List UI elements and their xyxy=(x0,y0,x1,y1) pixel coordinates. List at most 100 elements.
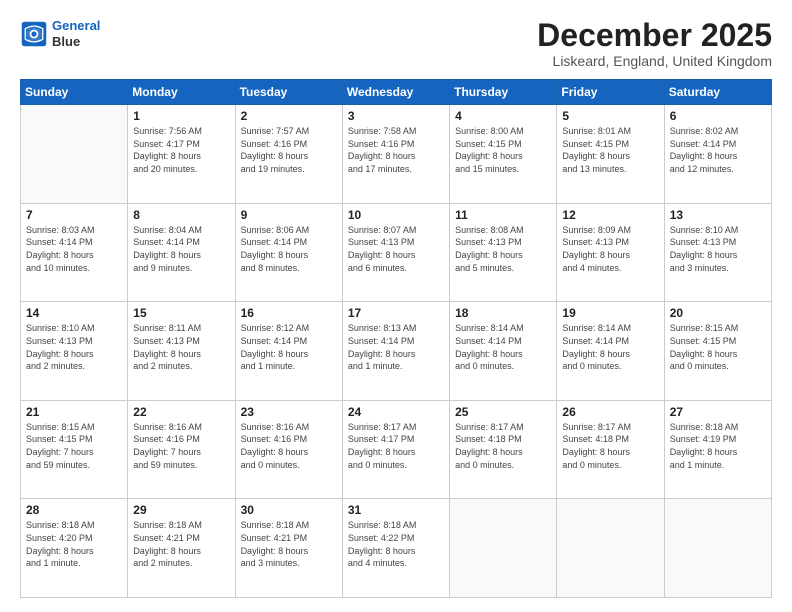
calendar-cell: 5 Sunrise: 8:01 AM Sunset: 4:15 PM Daylig… xyxy=(557,105,664,204)
calendar-cell: 31 Sunrise: 8:18 AM Sunset: 4:22 PM Dayli… xyxy=(342,499,449,598)
day-info: Sunrise: 8:17 AM Sunset: 4:17 PM Dayligh… xyxy=(348,421,444,471)
day-number: 2 xyxy=(241,109,337,123)
day-info: Sunrise: 8:15 AM Sunset: 4:15 PM Dayligh… xyxy=(670,322,766,372)
calendar-day-header: Sunday xyxy=(21,80,128,105)
day-info: Sunrise: 8:18 AM Sunset: 4:22 PM Dayligh… xyxy=(348,519,444,569)
main-title: December 2025 xyxy=(537,18,772,53)
day-info: Sunrise: 8:12 AM Sunset: 4:14 PM Dayligh… xyxy=(241,322,337,372)
calendar-cell: 25 Sunrise: 8:17 AM Sunset: 4:18 PM Dayli… xyxy=(450,400,557,499)
day-info: Sunrise: 8:18 AM Sunset: 4:21 PM Dayligh… xyxy=(133,519,229,569)
day-info: Sunrise: 8:14 AM Sunset: 4:14 PM Dayligh… xyxy=(455,322,551,372)
day-number: 28 xyxy=(26,503,122,517)
calendar-day-header: Tuesday xyxy=(235,80,342,105)
calendar-day-header: Saturday xyxy=(664,80,771,105)
day-info: Sunrise: 8:09 AM Sunset: 4:13 PM Dayligh… xyxy=(562,224,658,274)
calendar-table: SundayMondayTuesdayWednesdayThursdayFrid… xyxy=(20,79,772,598)
calendar-cell: 15Sunrise: 8:11 AM Sunset: 4:13 PM Dayli… xyxy=(128,302,235,401)
day-number: 31 xyxy=(348,503,444,517)
day-number: 10 xyxy=(348,208,444,222)
day-info: Sunrise: 8:13 AM Sunset: 4:14 PM Dayligh… xyxy=(348,322,444,372)
calendar-cell: 19 Sunrise: 8:14 AM Sunset: 4:14 PM Dayli… xyxy=(557,302,664,401)
day-info: Sunrise: 7:58 AM Sunset: 4:16 PM Dayligh… xyxy=(348,125,444,175)
day-info: Sunrise: 8:11 AM Sunset: 4:13 PM Dayligh… xyxy=(133,322,229,372)
day-number: 5 xyxy=(562,109,658,123)
calendar-cell xyxy=(21,105,128,204)
calendar-cell: 10 Sunrise: 8:07 AM Sunset: 4:13 PM Dayli… xyxy=(342,203,449,302)
day-number: 13 xyxy=(670,208,766,222)
logo-text: General Blue xyxy=(52,18,100,49)
day-info: Sunrise: 8:08 AM Sunset: 4:13 PM Dayligh… xyxy=(455,224,551,274)
calendar-day-header: Thursday xyxy=(450,80,557,105)
day-number: 7 xyxy=(26,208,122,222)
day-info: Sunrise: 7:56 AM Sunset: 4:17 PM Dayligh… xyxy=(133,125,229,175)
calendar-cell: 12 Sunrise: 8:09 AM Sunset: 4:13 PM Dayli… xyxy=(557,203,664,302)
calendar-cell xyxy=(450,499,557,598)
day-info: Sunrise: 8:16 AM Sunset: 4:16 PM Dayligh… xyxy=(133,421,229,471)
day-info: Sunrise: 8:01 AM Sunset: 4:15 PM Dayligh… xyxy=(562,125,658,175)
day-info: Sunrise: 8:10 AM Sunset: 4:13 PM Dayligh… xyxy=(26,322,122,372)
day-info: Sunrise: 8:17 AM Sunset: 4:18 PM Dayligh… xyxy=(455,421,551,471)
calendar-week-row: 14 Sunrise: 8:10 AM Sunset: 4:13 PM Dayli… xyxy=(21,302,772,401)
calendar-cell: 23 Sunrise: 8:16 AM Sunset: 4:16 PM Dayli… xyxy=(235,400,342,499)
day-number: 20 xyxy=(670,306,766,320)
calendar-cell: 22 Sunrise: 8:16 AM Sunset: 4:16 PM Dayli… xyxy=(128,400,235,499)
title-area: December 2025 Liskeard, England, United … xyxy=(537,18,772,69)
calendar-cell: 21Sunrise: 8:15 AM Sunset: 4:15 PM Dayli… xyxy=(21,400,128,499)
day-number: 24 xyxy=(348,405,444,419)
calendar-week-row: 7 Sunrise: 8:03 AM Sunset: 4:14 PM Daylig… xyxy=(21,203,772,302)
day-info: Sunrise: 8:02 AM Sunset: 4:14 PM Dayligh… xyxy=(670,125,766,175)
calendar-cell: 18 Sunrise: 8:14 AM Sunset: 4:14 PM Dayli… xyxy=(450,302,557,401)
day-info: Sunrise: 8:14 AM Sunset: 4:14 PM Dayligh… xyxy=(562,322,658,372)
calendar-week-row: 28Sunrise: 8:18 AM Sunset: 4:20 PM Dayli… xyxy=(21,499,772,598)
logo: General Blue xyxy=(20,18,100,49)
calendar-cell: 24 Sunrise: 8:17 AM Sunset: 4:17 PM Dayli… xyxy=(342,400,449,499)
calendar-cell: 6Sunrise: 8:02 AM Sunset: 4:14 PM Daylig… xyxy=(664,105,771,204)
calendar-week-row: 1Sunrise: 7:56 AM Sunset: 4:17 PM Daylig… xyxy=(21,105,772,204)
calendar-cell: 2 Sunrise: 7:57 AM Sunset: 4:16 PM Daylig… xyxy=(235,105,342,204)
calendar-cell: 26 Sunrise: 8:17 AM Sunset: 4:18 PM Dayli… xyxy=(557,400,664,499)
day-number: 14 xyxy=(26,306,122,320)
day-number: 18 xyxy=(455,306,551,320)
day-number: 17 xyxy=(348,306,444,320)
calendar-week-row: 21Sunrise: 8:15 AM Sunset: 4:15 PM Dayli… xyxy=(21,400,772,499)
calendar-cell xyxy=(664,499,771,598)
day-info: Sunrise: 8:16 AM Sunset: 4:16 PM Dayligh… xyxy=(241,421,337,471)
calendar-cell: 9Sunrise: 8:06 AM Sunset: 4:14 PM Daylig… xyxy=(235,203,342,302)
calendar-cell: 14 Sunrise: 8:10 AM Sunset: 4:13 PM Dayli… xyxy=(21,302,128,401)
header: General Blue December 2025 Liskeard, Eng… xyxy=(20,18,772,69)
calendar-body: 1Sunrise: 7:56 AM Sunset: 4:17 PM Daylig… xyxy=(21,105,772,598)
day-number: 11 xyxy=(455,208,551,222)
calendar-day-header: Friday xyxy=(557,80,664,105)
day-number: 8 xyxy=(133,208,229,222)
day-number: 29 xyxy=(133,503,229,517)
calendar-cell: 17 Sunrise: 8:13 AM Sunset: 4:14 PM Dayli… xyxy=(342,302,449,401)
day-info: Sunrise: 7:57 AM Sunset: 4:16 PM Dayligh… xyxy=(241,125,337,175)
calendar-cell xyxy=(557,499,664,598)
day-number: 26 xyxy=(562,405,658,419)
calendar-cell: 16Sunrise: 8:12 AM Sunset: 4:14 PM Dayli… xyxy=(235,302,342,401)
calendar-cell: 8Sunrise: 8:04 AM Sunset: 4:14 PM Daylig… xyxy=(128,203,235,302)
day-number: 12 xyxy=(562,208,658,222)
day-info: Sunrise: 8:03 AM Sunset: 4:14 PM Dayligh… xyxy=(26,224,122,274)
day-info: Sunrise: 8:18 AM Sunset: 4:19 PM Dayligh… xyxy=(670,421,766,471)
day-info: Sunrise: 8:00 AM Sunset: 4:15 PM Dayligh… xyxy=(455,125,551,175)
day-number: 19 xyxy=(562,306,658,320)
calendar-cell: 28Sunrise: 8:18 AM Sunset: 4:20 PM Dayli… xyxy=(21,499,128,598)
day-number: 23 xyxy=(241,405,337,419)
page: General Blue December 2025 Liskeard, Eng… xyxy=(0,0,792,612)
subtitle: Liskeard, England, United Kingdom xyxy=(537,53,772,69)
day-info: Sunrise: 8:18 AM Sunset: 4:21 PM Dayligh… xyxy=(241,519,337,569)
logo-icon xyxy=(20,20,48,48)
day-number: 25 xyxy=(455,405,551,419)
day-info: Sunrise: 8:17 AM Sunset: 4:18 PM Dayligh… xyxy=(562,421,658,471)
calendar-cell: 11 Sunrise: 8:08 AM Sunset: 4:13 PM Dayli… xyxy=(450,203,557,302)
calendar-cell: 7 Sunrise: 8:03 AM Sunset: 4:14 PM Daylig… xyxy=(21,203,128,302)
calendar-header-row: SundayMondayTuesdayWednesdayThursdayFrid… xyxy=(21,80,772,105)
calendar-cell: 20 Sunrise: 8:15 AM Sunset: 4:15 PM Dayli… xyxy=(664,302,771,401)
day-number: 3 xyxy=(348,109,444,123)
day-number: 22 xyxy=(133,405,229,419)
day-number: 21 xyxy=(26,405,122,419)
day-info: Sunrise: 8:07 AM Sunset: 4:13 PM Dayligh… xyxy=(348,224,444,274)
calendar-cell: 4Sunrise: 8:00 AM Sunset: 4:15 PM Daylig… xyxy=(450,105,557,204)
day-number: 30 xyxy=(241,503,337,517)
